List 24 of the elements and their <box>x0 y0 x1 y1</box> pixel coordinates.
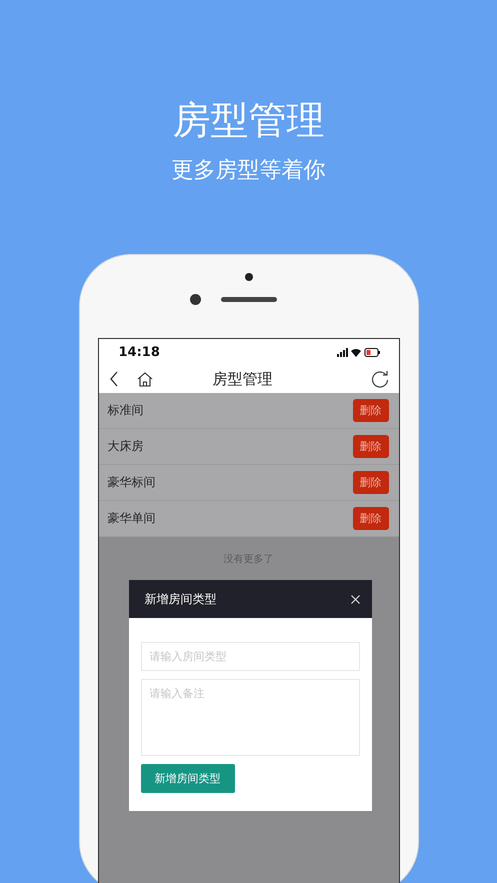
add-room-type-button[interactable]: 新增房间类型 <box>140 764 234 793</box>
speaker-icon <box>220 297 276 302</box>
headline: 房型管理 <box>172 97 324 144</box>
dialog-title: 新增房间类型 <box>144 590 216 608</box>
status-icons <box>336 346 380 358</box>
delete-button[interactable]: 删除 <box>352 507 388 530</box>
close-icon[interactable] <box>350 594 360 604</box>
delete-button[interactable]: 删除 <box>352 471 388 494</box>
page-title: 房型管理 <box>212 370 272 388</box>
refresh-icon[interactable] <box>370 370 388 388</box>
delete-button[interactable]: 删除 <box>352 399 388 422</box>
home-icon[interactable] <box>136 372 152 386</box>
note-field[interactable]: 请输入备注 <box>140 679 360 756</box>
delete-button[interactable]: 删除 <box>352 435 388 458</box>
room-name: 大床房 <box>108 438 144 455</box>
status-time: 14:18 <box>118 344 160 360</box>
room-name: 豪华标间 <box>108 474 156 491</box>
back-icon[interactable] <box>108 371 118 387</box>
room-name: 豪华单间 <box>108 510 156 527</box>
room-name: 标准间 <box>108 402 144 419</box>
front-camera-icon <box>190 294 200 305</box>
room-type-field[interactable]: 请输入房间类型 <box>140 642 360 671</box>
subtitle: 更多房型等着你 <box>172 157 326 185</box>
camera-icon <box>244 273 252 281</box>
